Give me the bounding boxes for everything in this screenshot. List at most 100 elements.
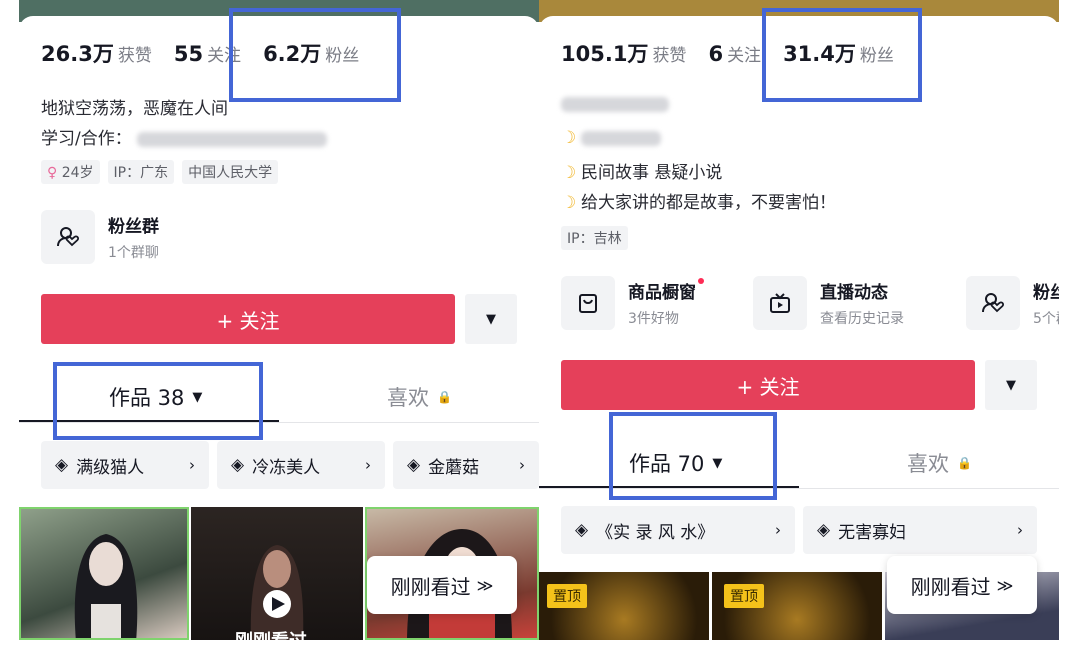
stack-icon: ◈: [817, 520, 831, 540]
shop-window-icon: [561, 276, 615, 330]
tab-likes[interactable]: 喜欢 🔒: [387, 382, 452, 412]
collection-chip-1[interactable]: ◈ 《实 录 风 水》 ›: [561, 506, 795, 554]
likes-count: 26.3万: [41, 42, 114, 66]
double-chevron-down-icon: ≫: [476, 575, 494, 595]
chip-label: 《实 录 风 水》: [596, 522, 715, 543]
stack-icon: ◈: [575, 520, 589, 540]
follow-button[interactable]: + 关注: [41, 294, 455, 344]
highlight-box-followers-right: [762, 8, 922, 102]
chip-label: 冷冻美人: [252, 457, 321, 478]
chevron-right-icon: ›: [365, 456, 371, 474]
moon-icon: ☽: [561, 128, 577, 148]
likes-label: 获赞: [652, 46, 687, 66]
service-title: 粉丝群: [1033, 283, 1059, 303]
following-label: 关注: [727, 46, 762, 66]
chip-label: 满级猫人: [76, 457, 145, 478]
bio-contact-label: 学习/合作：: [41, 129, 132, 149]
collection-chip-2[interactable]: ◈ 无害寡妇 ›: [803, 506, 1037, 554]
recently-viewed-label: 刚刚看过: [910, 574, 991, 599]
service-title: 直播动态: [820, 283, 888, 303]
likes-stat[interactable]: 26.3万 获赞: [41, 38, 152, 68]
service-shop-window[interactable]: 商品橱窗 3件好物: [561, 276, 704, 330]
bio-line-3: ☽ 民间故事 悬疑小说: [561, 158, 722, 183]
moon-icon: ☽: [561, 193, 577, 213]
service-title-text: 商品橱窗: [628, 283, 696, 303]
fan-group-icon: [41, 210, 95, 264]
service-sub: 查看历史记录: [820, 311, 904, 327]
live-tv-icon: [753, 276, 807, 330]
tab-likes[interactable]: 喜欢 🔒: [907, 448, 972, 478]
chevron-right-icon: ›: [519, 456, 525, 474]
collection-chip-2[interactable]: ◈ 冷冻美人 ›: [217, 441, 385, 489]
age-tag-text: 24岁: [61, 165, 94, 181]
triangle-down-icon: ▼: [1006, 377, 1016, 393]
double-chevron-down-icon: ≫: [996, 575, 1014, 595]
school-tag: 中国人民大学: [182, 160, 279, 184]
video-thumbnail-2[interactable]: 刚刚看过: [191, 507, 363, 640]
bio-line-1: 地狱空荡荡，恶魔在人间: [41, 99, 228, 119]
likes-stat[interactable]: 105.1万 获赞: [561, 38, 686, 68]
video-thumbnail-1[interactable]: [19, 507, 189, 640]
stack-icon: ◈: [55, 455, 69, 475]
tab-likes-label: 喜欢: [387, 386, 429, 410]
lock-icon: 🔒: [437, 390, 452, 404]
service-sub: 3件好物: [628, 311, 679, 327]
chip-label: 金蘑菇: [428, 457, 480, 478]
service-fan-group[interactable]: 粉丝群 5个群聊: [966, 276, 1059, 330]
chevron-right-icon: ›: [189, 456, 195, 474]
profile-tags: IP：吉林: [561, 226, 628, 250]
more-dropdown-button[interactable]: ▼: [465, 294, 517, 344]
bio-line-1: [561, 94, 669, 114]
ip-tag: IP：广东: [107, 160, 175, 184]
highlight-box-followers-left: [229, 8, 401, 102]
chevron-right-icon: ›: [1017, 521, 1023, 539]
ip-tag: IP：吉林: [561, 226, 628, 250]
fan-group-sub: 1个群聊: [108, 245, 159, 261]
triangle-down-icon: ▼: [486, 311, 496, 327]
bio-text: 民间故事 悬疑小说: [581, 163, 723, 183]
following-count: 55: [173, 42, 204, 66]
recently-viewed-button[interactable]: 刚刚看过 ≫: [887, 556, 1037, 614]
more-dropdown-button[interactable]: ▼: [985, 360, 1037, 410]
likes-label: 获赞: [117, 46, 152, 66]
thumbnail-overlay-text: 刚刚看过: [235, 627, 307, 640]
age-tag: ♀ 24岁: [41, 160, 100, 184]
collection-chip-3[interactable]: ◈ 金蘑菇 ›: [393, 441, 539, 489]
highlight-box-works-right: [609, 412, 777, 500]
fan-group-icon: [966, 276, 1020, 330]
female-icon: ♀: [47, 165, 62, 181]
moon-icon: ☽: [561, 163, 577, 183]
dark-portrait-illustration: [250, 545, 304, 640]
stack-icon: ◈: [407, 455, 421, 475]
video-thumbnail-1[interactable]: 置顶: [539, 572, 709, 640]
video-thumbnail-2[interactable]: 置顶: [712, 572, 882, 640]
pinned-badge: 置顶: [724, 584, 764, 608]
bio-text: 给大家讲的都是故事，不要害怕！: [581, 193, 836, 213]
chevron-right-icon: ›: [775, 521, 781, 539]
highlight-box-works-left: [53, 362, 263, 440]
bio-line-2: 学习/合作：: [41, 124, 328, 149]
chip-label: 无害寡妇: [838, 522, 907, 543]
service-sub: 5个群聊: [1033, 311, 1059, 327]
service-title: 商品橱窗: [628, 278, 704, 303]
following-stat[interactable]: 6 关注: [708, 41, 761, 66]
bio-line-4: ☽ 给大家讲的都是故事，不要害怕！: [561, 188, 836, 213]
fan-group-title: 粉丝群: [108, 217, 159, 237]
profile-tags: ♀ 24岁 IP：广东 中国人民大学: [41, 160, 279, 184]
bio-line-2: ☽: [561, 128, 661, 148]
anime-girl-illustration: [74, 534, 138, 638]
redacted-text: [561, 96, 669, 112]
stack-icon: ◈: [231, 455, 245, 475]
recently-viewed-button[interactable]: 刚刚看过 ≫: [367, 556, 517, 614]
follow-button[interactable]: + 关注: [561, 360, 975, 410]
redacted-contact: [137, 131, 328, 147]
service-live-history[interactable]: 直播动态 查看历史记录: [753, 276, 904, 330]
likes-count: 105.1万: [561, 42, 649, 66]
collection-chip-1[interactable]: ◈ 满级猫人 ›: [41, 441, 209, 489]
recently-viewed-label: 刚刚看过: [390, 574, 471, 599]
notification-dot: [698, 278, 704, 284]
fan-group-entry[interactable]: 粉丝群 1个群聊: [41, 210, 159, 264]
tab-likes-label: 喜欢: [907, 452, 949, 476]
following-count: 6: [708, 42, 724, 66]
redacted-text: [581, 130, 661, 146]
